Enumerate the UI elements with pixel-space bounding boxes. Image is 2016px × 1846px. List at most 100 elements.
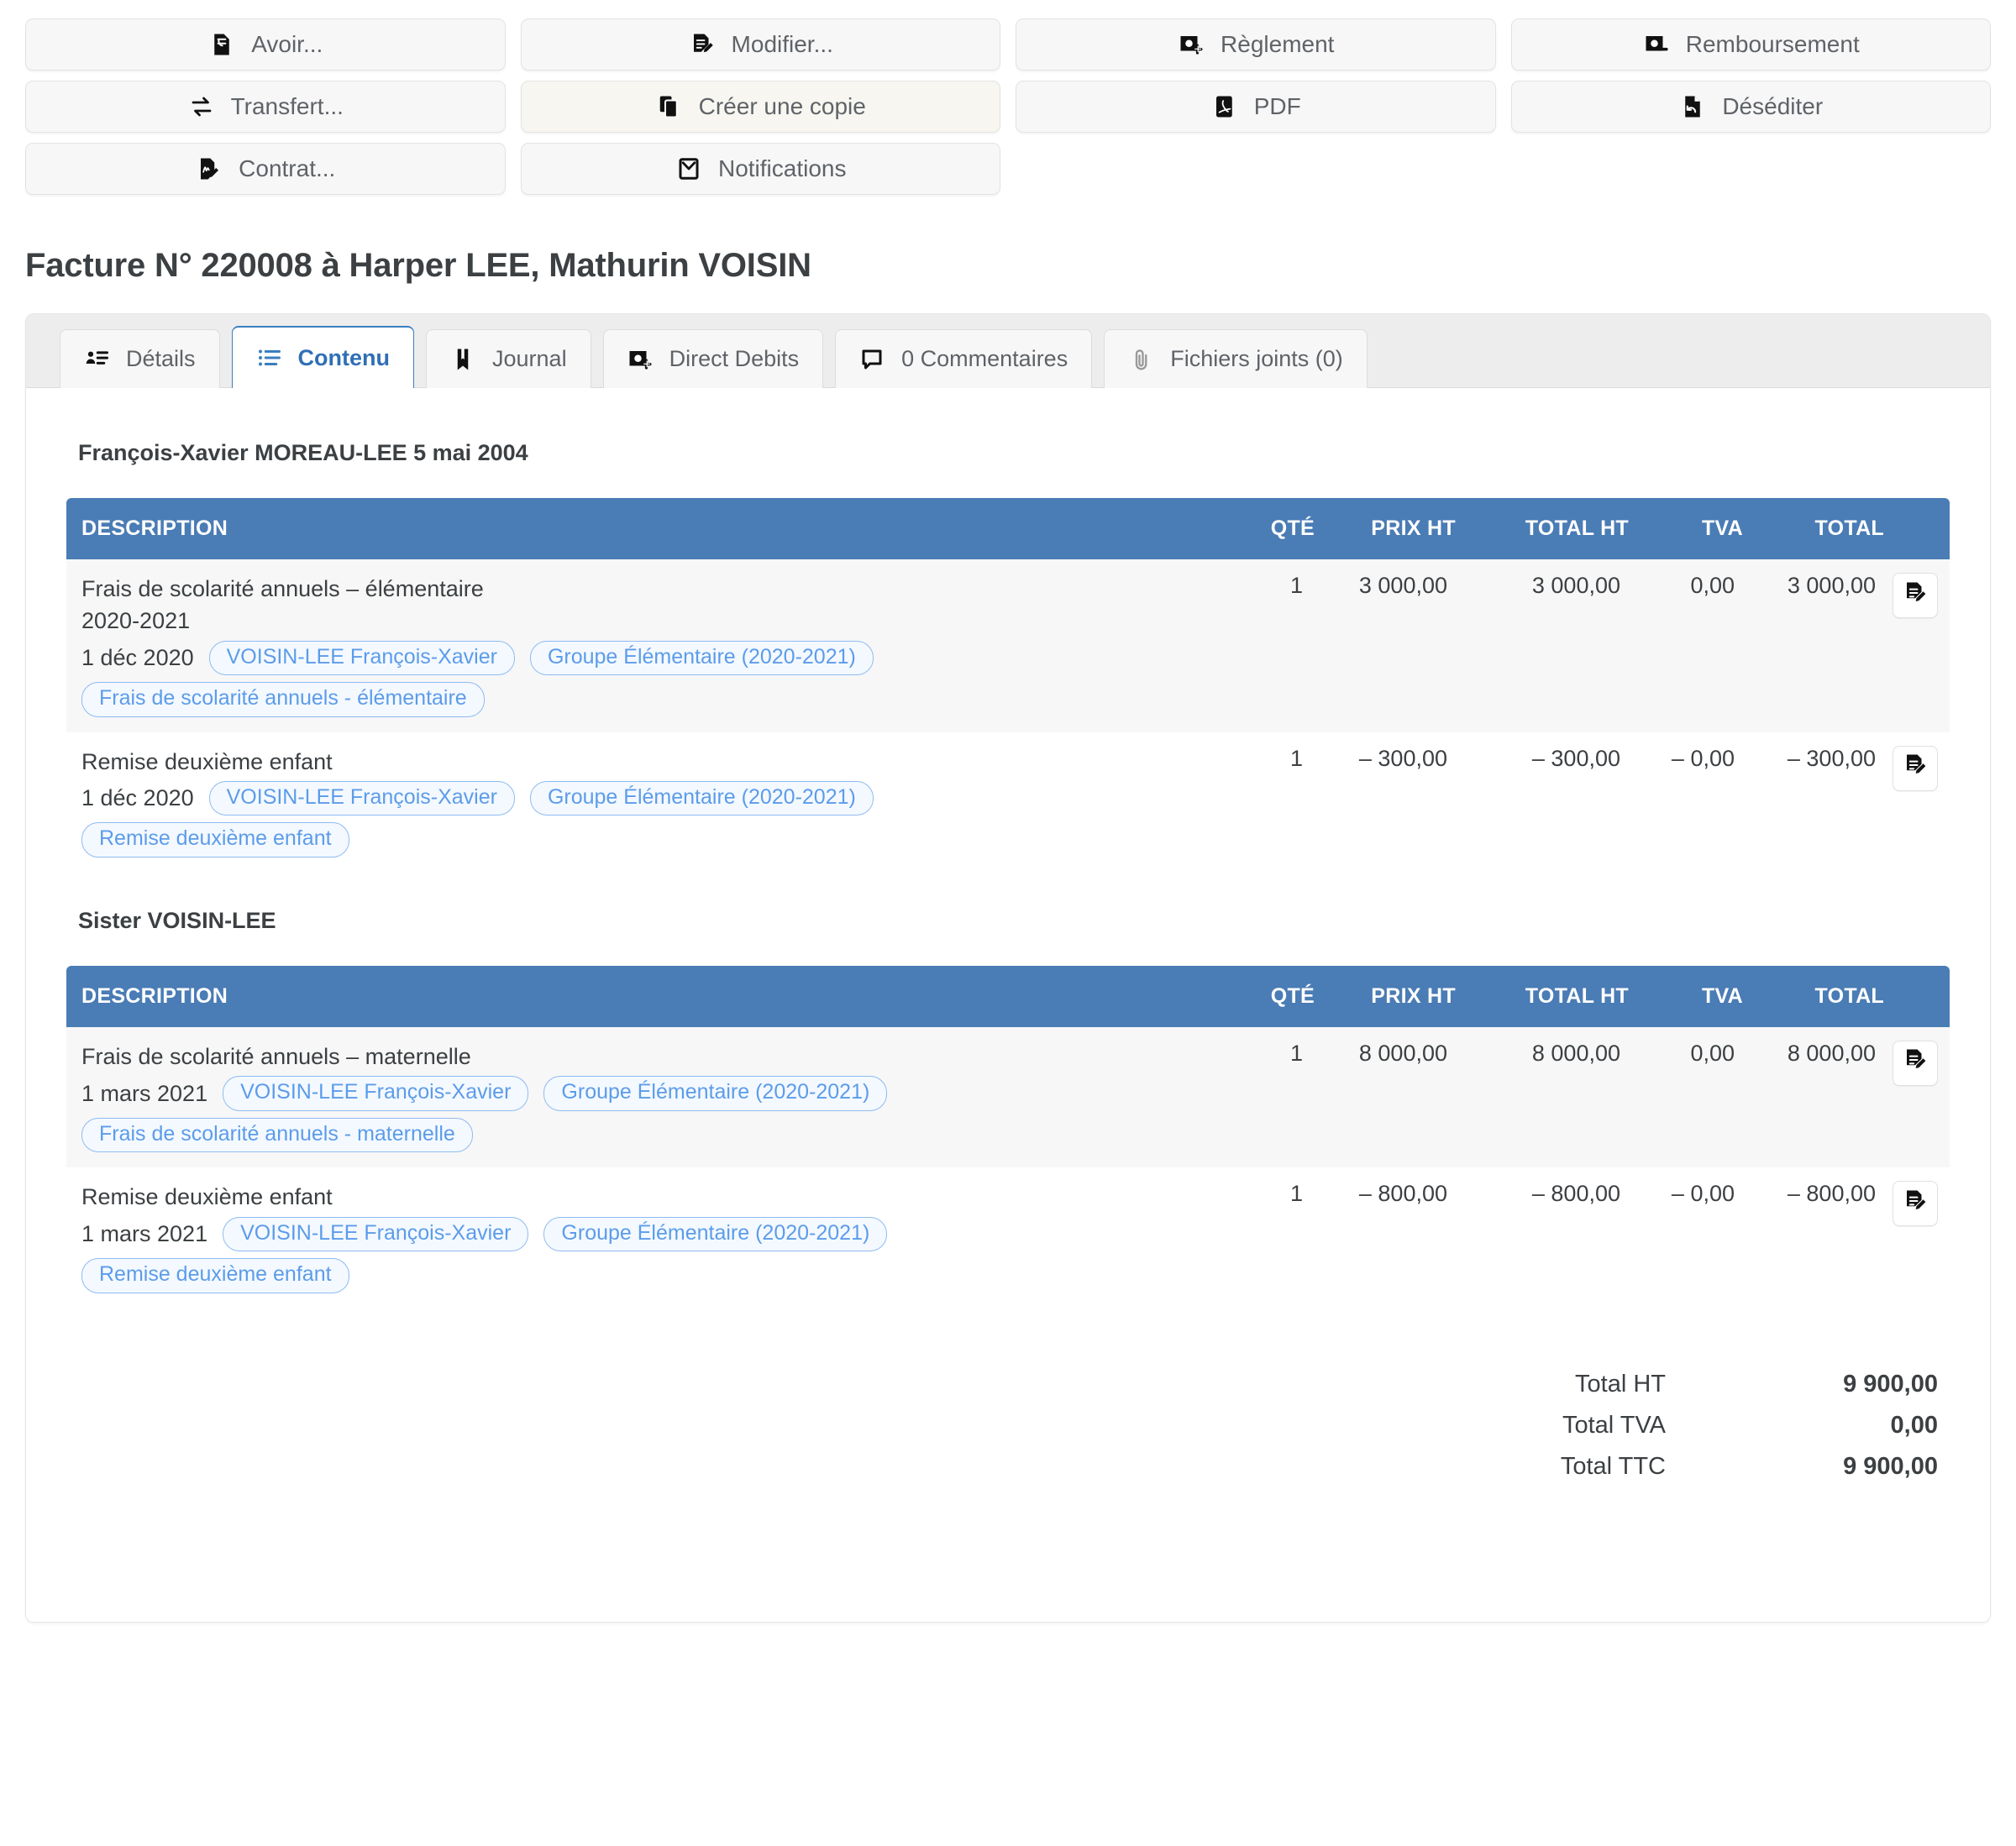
line-tag-pill[interactable]: VOISIN-LEE François-Xavier — [208, 640, 515, 676]
list-icon — [256, 344, 285, 372]
edit-line-button[interactable] — [1893, 745, 1938, 791]
tab-label: Journal — [492, 346, 567, 371]
tab-fichiers-joints-0[interactable]: Fichiers joints (0) — [1104, 329, 1368, 388]
column-header: QTÉ — [1234, 498, 1315, 559]
tab-label: Contenu — [297, 344, 391, 370]
edit-line-button[interactable] — [1893, 1181, 1938, 1227]
line-total-ht: – 300,00 — [1531, 745, 1620, 771]
column-header: PRIX HT — [1315, 965, 1456, 1027]
table-header-row: DESCRIPTION QTÉ PRIX HT TOTAL HT TVA TOTAL — [66, 965, 1950, 1027]
totals-label: Total TVA — [1562, 1411, 1666, 1439]
credit-note-icon — [207, 30, 236, 59]
tab-direct-debits[interactable]: Direct Debits — [602, 329, 824, 388]
line-total: – 300,00 — [1787, 745, 1876, 771]
payment-minus-icon — [1642, 30, 1671, 59]
line-description-cell: Remise deuxième enfant 1 déc 2020 VOISIN-L… — [66, 732, 1234, 873]
line-tag-pill[interactable]: VOISIN-LEE François-Xavier — [223, 1076, 529, 1111]
column-header: QTÉ — [1234, 965, 1315, 1027]
line-total-ht: 8 000,00 — [1531, 1040, 1620, 1066]
column-header: TOTAL — [1743, 498, 1884, 559]
action-button-r-glement[interactable]: Règlement — [1016, 18, 1496, 71]
totals-row: Total HT 9 900,00 — [1561, 1364, 1938, 1405]
line-tag-pill[interactable]: Groupe Élémentaire (2020-2021) — [529, 780, 874, 816]
line-tag-pill[interactable]: Frais de scolarité annuels - maternelle — [81, 1117, 473, 1153]
line-tag-pill[interactable]: Groupe Élémentaire (2020-2021) — [543, 1076, 888, 1111]
contact-details-icon — [84, 345, 113, 374]
action-button-pdf[interactable]: PDF — [1016, 81, 1496, 133]
line-tag-pill[interactable]: Remise deuxième enfant — [81, 822, 349, 857]
tab-d-tails[interactable]: Détails — [60, 329, 220, 388]
tab-label: Direct Debits — [669, 346, 800, 371]
totals-value: 9 900,00 — [1843, 1452, 1938, 1480]
line-description-cell: Frais de scolarité annuels – élémentaire… — [66, 559, 1234, 732]
payment-plus-icon — [1177, 30, 1205, 59]
tab-journal[interactable]: Journal — [426, 329, 591, 388]
line-meta-row-2: Frais de scolarité annuels - maternelle — [81, 1117, 1219, 1153]
line-subtitle: 2020-2021 — [81, 608, 191, 634]
edit-document-icon — [1903, 753, 1928, 784]
table-row: Remise deuxième enfant 1 mars 2021 VOISIN-… — [66, 1167, 1950, 1308]
table-row: Frais de scolarité annuels – élémentaire… — [66, 559, 1950, 732]
line-tag-pill[interactable]: VOISIN-LEE François-Xavier — [208, 780, 515, 816]
action-button-label: Notifications — [717, 155, 847, 181]
line-tva: 0,00 — [1690, 1040, 1735, 1066]
action-button-avoir[interactable]: Avoir... — [25, 18, 506, 71]
action-button-modifier[interactable]: Modifier... — [520, 18, 1000, 71]
column-header: TVA — [1629, 965, 1743, 1027]
column-header: TOTAL — [1743, 965, 1884, 1027]
copy-icon — [655, 92, 684, 121]
line-title: Remise deuxième enfant — [81, 1184, 333, 1210]
invoice-card: Détails Contenu Journal Direct Debits 0 Comm… — [25, 313, 1991, 1623]
line-meta-row-2: Frais de scolarité annuels - élémentaire — [81, 682, 1219, 717]
line-unit-price: – 300,00 — [1358, 745, 1447, 771]
totals-row: Total TTC 9 900,00 — [1561, 1446, 1938, 1487]
totals-label: Total TTC — [1560, 1452, 1666, 1480]
line-date: 1 mars 2021 — [81, 1220, 208, 1246]
line-tag-pill[interactable]: Groupe Élémentaire (2020-2021) — [529, 640, 874, 676]
action-button-label: Remboursement — [1685, 31, 1860, 57]
section-heading: Sister VOISIN-LEE — [78, 907, 276, 933]
line-tag-pill[interactable]: Frais de scolarité annuels - élémentaire — [81, 682, 485, 717]
line-tag-pill[interactable]: VOISIN-LEE François-Xavier — [223, 1216, 529, 1252]
edit-line-button[interactable] — [1893, 1040, 1938, 1086]
line-total: 3 000,00 — [1787, 573, 1876, 598]
edit-document-icon — [1903, 1188, 1928, 1219]
tab-0-commentaires[interactable]: 0 Commentaires — [835, 329, 1093, 388]
line-description-cell: Frais de scolarité annuels – maternelle 1… — [66, 1027, 1234, 1167]
action-button-contrat[interactable]: Contrat... — [25, 143, 506, 195]
line-actions-cell — [1884, 1167, 1950, 1308]
invoice-lines-table: DESCRIPTION QTÉ PRIX HT TOTAL HT TVA TOTAL Fra… — [66, 498, 1950, 873]
line-actions-cell — [1884, 559, 1950, 732]
line-qty: 1 — [1289, 745, 1303, 771]
invoice-sections: François-Xavier MOREAU-LEE 5 mai 2004 DES… — [66, 440, 1950, 1308]
tab-strip: Détails Contenu Journal Direct Debits 0 Comm… — [26, 314, 1990, 388]
payment-plus-icon — [627, 345, 656, 374]
envelope-icon — [675, 155, 703, 183]
tab-label: Fichiers joints (0) — [1170, 346, 1343, 371]
tab-label: Détails — [126, 346, 196, 371]
section-heading: François-Xavier MOREAU-LEE 5 mai 2004 — [78, 440, 528, 465]
line-title: Frais de scolarité annuels – élémentaire — [81, 576, 484, 601]
edit-line-button[interactable] — [1893, 573, 1938, 618]
table-header-row: DESCRIPTION QTÉ PRIX HT TOTAL HT TVA TOTAL — [66, 498, 1950, 559]
line-tag-pill[interactable]: Groupe Élémentaire (2020-2021) — [543, 1216, 888, 1252]
totals-label: Total HT — [1575, 1370, 1666, 1398]
contract-icon — [195, 155, 223, 183]
line-tva: – 0,00 — [1671, 745, 1735, 771]
line-tva: – 0,00 — [1671, 1181, 1735, 1207]
line-date: 1 déc 2020 — [81, 785, 194, 811]
action-button-notifications[interactable]: Notifications — [520, 143, 1000, 195]
tab-contenu[interactable]: Contenu — [231, 326, 415, 388]
line-qty: 1 — [1289, 573, 1303, 598]
line-tag-pill[interactable]: Remise deuxième enfant — [81, 1258, 349, 1293]
line-meta-row: 1 mars 2021 VOISIN-LEE François-Xavier Gro… — [81, 1076, 1219, 1111]
action-button-cr-er-une-copie[interactable]: Créer une copie — [520, 81, 1000, 133]
line-unit-price: 8 000,00 — [1358, 1040, 1447, 1066]
card-bottom-spacer — [66, 1487, 1950, 1588]
action-button-remboursement[interactable]: Remboursement — [1510, 18, 1991, 71]
action-button-d-s-diter[interactable]: Déséditer — [1510, 81, 1991, 133]
line-title: Frais de scolarité annuels – maternelle — [81, 1043, 471, 1069]
table-row: Frais de scolarité annuels – maternelle 1… — [66, 1026, 1950, 1168]
action-button-transfert[interactable]: Transfert... — [25, 81, 506, 133]
tab-panel-contenu: François-Xavier MOREAU-LEE 5 mai 2004 DES… — [26, 388, 1990, 1622]
